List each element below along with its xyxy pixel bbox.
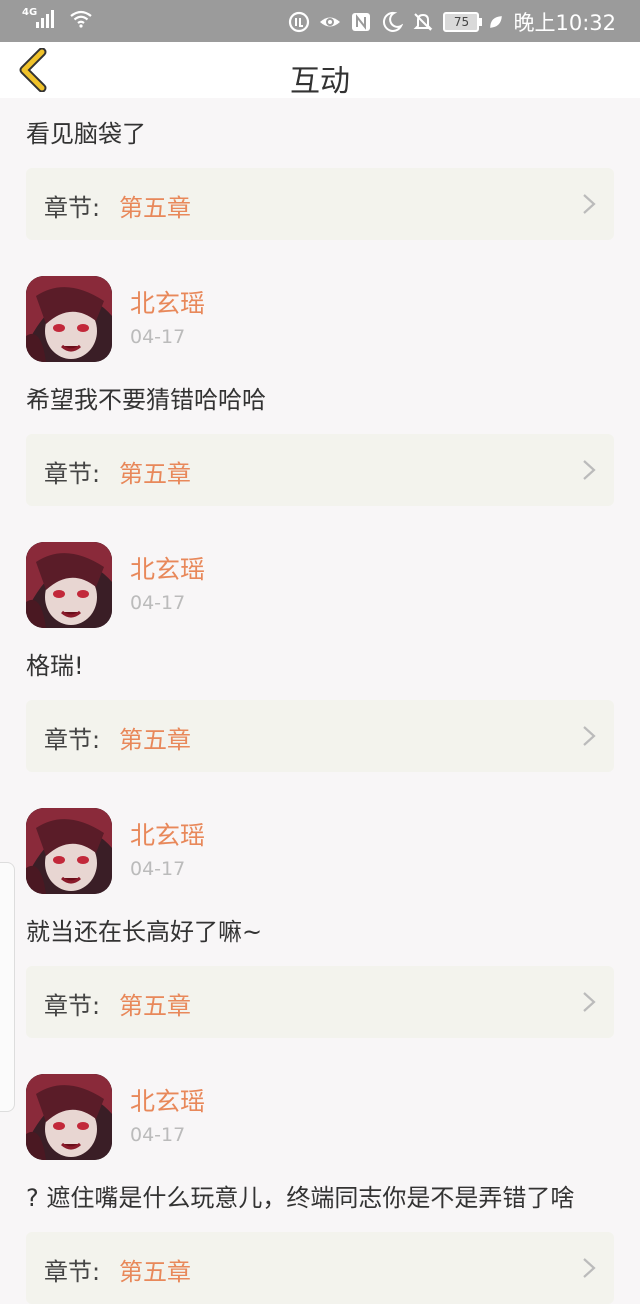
comment-text: 看见脑袋了 (26, 120, 146, 148)
username[interactable]: 北玄瑶 (130, 284, 205, 320)
chapter-label: 章节: (44, 992, 101, 1020)
avatar-image (26, 1074, 112, 1160)
mute-bell-icon (414, 13, 433, 31)
comment-item: 北玄瑶 04-17 ? 遮住嘴是什么玩意儿，终端同志你是不是弄错了啥 章节: 第… (0, 1060, 640, 1304)
comment-text: 希望我不要猜错哈哈哈 (26, 386, 266, 414)
clock: 晚上10:32 (513, 11, 616, 35)
avatar[interactable] (26, 542, 112, 628)
leaf-icon (490, 16, 503, 28)
chapter-label: 章节: (44, 460, 101, 488)
comment-date: 04-17 (130, 592, 186, 614)
chapter-link[interactable]: 章节: 第五章 (26, 966, 614, 1038)
signal-icon (36, 10, 54, 28)
comment-text: 格瑞! (26, 652, 84, 680)
top-nav-bar: 互动 (0, 42, 640, 99)
chevron-right-icon (583, 992, 596, 1012)
chapter-name: 第五章 (119, 992, 191, 1020)
comment-date: 04-17 (130, 1124, 186, 1146)
avatar-image (26, 542, 112, 628)
username[interactable]: 北玄瑶 (130, 816, 205, 852)
data-saver-icon (289, 11, 310, 33)
side-drawer-handle[interactable] (0, 862, 15, 1112)
chapter-name: 第五章 (119, 194, 191, 222)
comment-item: 北玄瑶 04-17 就当还在长高好了嘛~ 章节: 第五章 (0, 794, 640, 1038)
chapter-name: 第五章 (119, 726, 191, 754)
chevron-right-icon (583, 726, 596, 746)
avatar-image (26, 808, 112, 894)
comment-date: 04-17 (130, 858, 186, 880)
comment-text: ? 遮住嘴是什么玩意儿，终端同志你是不是弄错了啥 (26, 1184, 575, 1212)
nfc-icon (352, 13, 371, 31)
chevron-right-icon (583, 460, 596, 480)
battery-icon: 75 (443, 12, 483, 32)
chapter-link[interactable]: 章节: 第五章 (26, 1232, 614, 1304)
chapter-label: 章节: (44, 1258, 101, 1286)
username[interactable]: 北玄瑶 (130, 1082, 205, 1118)
chapter-label: 章节: (44, 726, 101, 754)
comment-text: 就当还在长高好了嘛~ (26, 918, 263, 946)
moon-icon (383, 11, 404, 32)
comment-item: 北玄瑶 04-17 希望我不要猜错哈哈哈 章节: 第五章 (0, 262, 640, 506)
page-title: 互动 (290, 64, 350, 99)
avatar[interactable] (26, 276, 112, 362)
chevron-right-icon (583, 1258, 596, 1278)
comment-date: 04-17 (130, 326, 186, 348)
chapter-link[interactable]: 章节: 第五章 (26, 168, 614, 240)
chapter-label: 章节: (44, 194, 101, 222)
network-type: 4G (22, 7, 38, 18)
avatar[interactable] (26, 1074, 112, 1160)
chapter-name: 第五章 (119, 460, 191, 488)
comment-list: 看见脑袋了 章节: 第五章 北玄瑶 04-17 希望我不要猜错哈哈哈 章节: 第… (0, 98, 640, 1304)
chapter-link[interactable]: 章节: 第五章 (26, 700, 614, 772)
avatar[interactable] (26, 808, 112, 894)
avatar-image (26, 276, 112, 362)
status-bar: 4G 75 晚上10:32 (0, 0, 640, 42)
chapter-name: 第五章 (119, 1258, 191, 1286)
comment-item: 看见脑袋了 章节: 第五章 (0, 98, 640, 240)
eye-icon (320, 17, 341, 27)
wifi-icon (70, 10, 92, 28)
username[interactable]: 北玄瑶 (130, 550, 205, 586)
comment-item: 北玄瑶 04-17 格瑞! 章节: 第五章 (0, 528, 640, 772)
chapter-link[interactable]: 章节: 第五章 (26, 434, 614, 506)
chevron-right-icon (583, 194, 596, 214)
